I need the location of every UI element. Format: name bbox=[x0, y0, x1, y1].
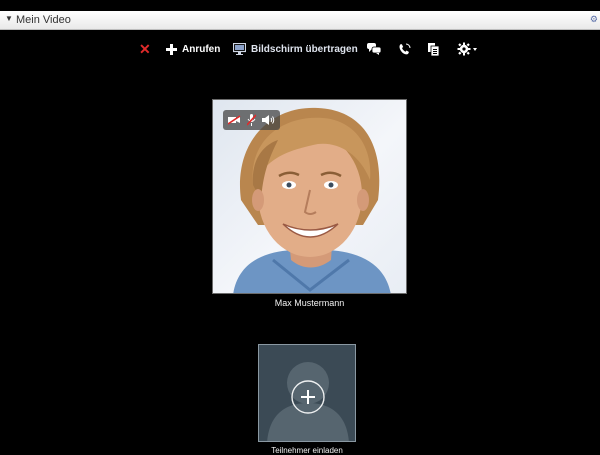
chat-button[interactable] bbox=[367, 38, 381, 60]
panel-menu-icon[interactable]: ⚙ bbox=[590, 14, 598, 25]
panel-title: Mein Video bbox=[16, 14, 71, 26]
monitor-icon bbox=[233, 43, 246, 55]
speaker-icon[interactable] bbox=[262, 115, 275, 125]
call-toolbar: ✕ Anrufen Bildschirm übertragen bbox=[0, 38, 600, 60]
collapse-caret-icon[interactable]: ▼ bbox=[5, 14, 13, 23]
screen-share-button[interactable]: Bildschirm übertragen bbox=[233, 38, 358, 60]
screen-share-label: Bildschirm übertragen bbox=[251, 43, 358, 55]
video-overlay-controls bbox=[223, 110, 280, 130]
add-person-icon bbox=[267, 362, 349, 441]
gear-dropdown-icon bbox=[457, 42, 477, 56]
panel-titlebar: ▼ Mein Video ⚙ bbox=[0, 11, 600, 30]
close-x-icon: ✕ bbox=[139, 40, 151, 57]
files-button[interactable] bbox=[428, 38, 439, 60]
camera-off-icon[interactable] bbox=[228, 115, 241, 125]
chat-bubbles-icon bbox=[367, 43, 381, 55]
files-icon bbox=[428, 42, 439, 56]
end-call-button[interactable]: ✕ bbox=[139, 38, 151, 60]
phone-icon bbox=[399, 43, 411, 54]
plus-icon bbox=[166, 43, 177, 55]
phone-button[interactable] bbox=[398, 38, 411, 60]
mic-off-icon[interactable] bbox=[247, 114, 256, 126]
settings-menu-button[interactable] bbox=[457, 38, 479, 60]
participant-video[interactable] bbox=[212, 99, 407, 294]
call-button[interactable]: Anrufen bbox=[166, 38, 220, 60]
call-button-label: Anrufen bbox=[182, 43, 221, 55]
invite-participant-tile[interactable] bbox=[258, 344, 356, 442]
participant-name: Max Mustermann bbox=[274, 298, 345, 308]
